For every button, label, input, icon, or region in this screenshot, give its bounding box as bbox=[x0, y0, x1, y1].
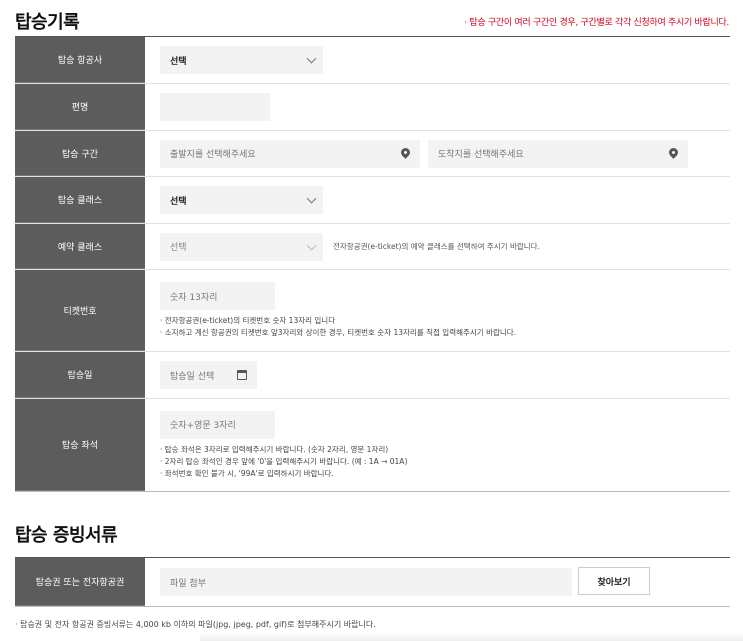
map-pin-icon[interactable] bbox=[667, 145, 680, 159]
arrival-placeholder: 도착지를 선택해주세요 bbox=[438, 150, 524, 160]
seat-help: · 탑승 좌석은 3자리로 입력해주시기 바랍니다. (숫자 2자리, 영문 1… bbox=[160, 444, 730, 480]
booking-class-help: 전자항공권(e-ticket)의 예약 클래스를 선택하여 주시기 바랍니다. bbox=[333, 242, 540, 251]
seat-help-line: · 탑승 좌석은 3자리로 입력해주시기 바랍니다. (숫자 2자리, 영문 1… bbox=[160, 444, 389, 454]
ticket-help: · 전자항공권(e-ticket)의 티켓번호 숫자 13자리 입니다 · 소지… bbox=[160, 315, 730, 339]
date-placeholder: 탑승일 선택 bbox=[170, 371, 215, 382]
document-label: 탑승권 또는 전자항공권 bbox=[15, 558, 145, 606]
departure-input[interactable]: 출발지를 선택해주세요 bbox=[160, 139, 420, 168]
class-select[interactable]: 선택 bbox=[160, 186, 323, 214]
row-booking-class: 예약 클래스 선택 전자항공권(e-ticket)의 예약 클래스를 선택하여 … bbox=[15, 224, 730, 270]
class-select-value: 선택 bbox=[170, 196, 187, 207]
browse-button[interactable]: 찾아보기 bbox=[578, 567, 650, 595]
map-pin-icon[interactable] bbox=[399, 145, 412, 159]
row-date: 탑승일 탑승일 선택 bbox=[15, 352, 730, 399]
flight-label: 편명 bbox=[15, 84, 145, 130]
booking-class-select-value: 선택 bbox=[170, 243, 187, 253]
chevron-down-icon bbox=[306, 53, 317, 64]
row-route: 탑승 구간 출발지를 선택해주세요 도착지를 선택해주세요 bbox=[15, 131, 730, 177]
booking-class-select[interactable]: 선택 bbox=[160, 232, 323, 261]
bottom-fade bbox=[200, 632, 743, 641]
seat-help-line: · 2자리 탑승 좌석인 경우 앞에 '0'을 입력해주시기 바랍니다. (예 … bbox=[160, 456, 408, 466]
row-class: 탑승 클래스 선택 bbox=[15, 177, 730, 224]
arrival-input[interactable]: 도착지를 선택해주세요 bbox=[428, 139, 688, 168]
row-ticket: 티켓번호 숫자 13자리 · 전자항공권(e-ticket)의 티켓번호 숫자 … bbox=[15, 270, 730, 352]
row-seat: 탑승 좌석 숫자+영문 3자리 · 탑승 좌석은 3자리로 입력해주시기 바랍니… bbox=[15, 399, 730, 492]
seat-label: 탑승 좌석 bbox=[15, 399, 145, 491]
row-flight: 편명 bbox=[15, 84, 730, 131]
seat-help-line: · 좌석번호 확인 불가 시, '99A'로 입력하시기 바랍니다. bbox=[160, 468, 334, 478]
airline-label: 탑승 항공사 bbox=[15, 37, 145, 83]
documents-form: 탑승권 또는 전자항공권 파일 첨부 찾아보기 bbox=[15, 557, 730, 607]
row-document: 탑승권 또는 전자항공권 파일 첨부 찾아보기 bbox=[15, 558, 730, 607]
booking-class-label: 예약 클래스 bbox=[15, 224, 145, 269]
chevron-down-icon bbox=[306, 240, 317, 250]
boarding-form: 탑승 항공사 선택 편명 탑승 구간 출발지를 선택해주세요 도착지를 선택해주… bbox=[15, 36, 730, 492]
date-picker-input[interactable]: 탑승일 선택 bbox=[160, 361, 257, 389]
class-label: 탑승 클래스 bbox=[15, 177, 145, 223]
airline-select[interactable]: 선택 bbox=[160, 46, 323, 74]
file-attach-input[interactable]: 파일 첨부 bbox=[160, 568, 572, 596]
ticket-label: 티켓번호 bbox=[15, 270, 145, 351]
seat-input[interactable]: 숫자+영문 3자리 bbox=[160, 410, 275, 439]
ticket-help-line: · 소지하고 계신 항공권의 티켓번호 앞3자리와 상이한 경우, 티켓번호 숫… bbox=[160, 328, 517, 337]
ticket-number-input[interactable]: 숫자 13자리 bbox=[160, 282, 275, 310]
departure-placeholder: 출발지를 선택해주세요 bbox=[170, 150, 256, 160]
chevron-down-icon bbox=[306, 193, 317, 204]
flight-number-input[interactable] bbox=[160, 93, 270, 121]
boarding-notice: · 탑승 구간이 여러 구간인 경우, 구간별로 각각 신청하여 주시기 바랍니… bbox=[464, 18, 729, 28]
airline-select-value: 선택 bbox=[170, 56, 187, 67]
route-label: 탑승 구간 bbox=[15, 131, 145, 176]
row-airline: 탑승 항공사 선택 bbox=[15, 37, 730, 84]
boarding-record-title: 탑승기록 bbox=[15, 12, 80, 33]
documents-title: 탑승 증빙서류 bbox=[15, 525, 118, 546]
documents-footnote: · 탑승권 및 전자 항공권 증빙서류는 4,000 kb 이하의 파일(jpg… bbox=[15, 620, 376, 629]
ticket-help-line: · 전자항공권(e-ticket)의 티켓번호 숫자 13자리 입니다 bbox=[160, 316, 336, 325]
date-label: 탑승일 bbox=[15, 352, 145, 398]
calendar-icon[interactable] bbox=[237, 370, 247, 380]
